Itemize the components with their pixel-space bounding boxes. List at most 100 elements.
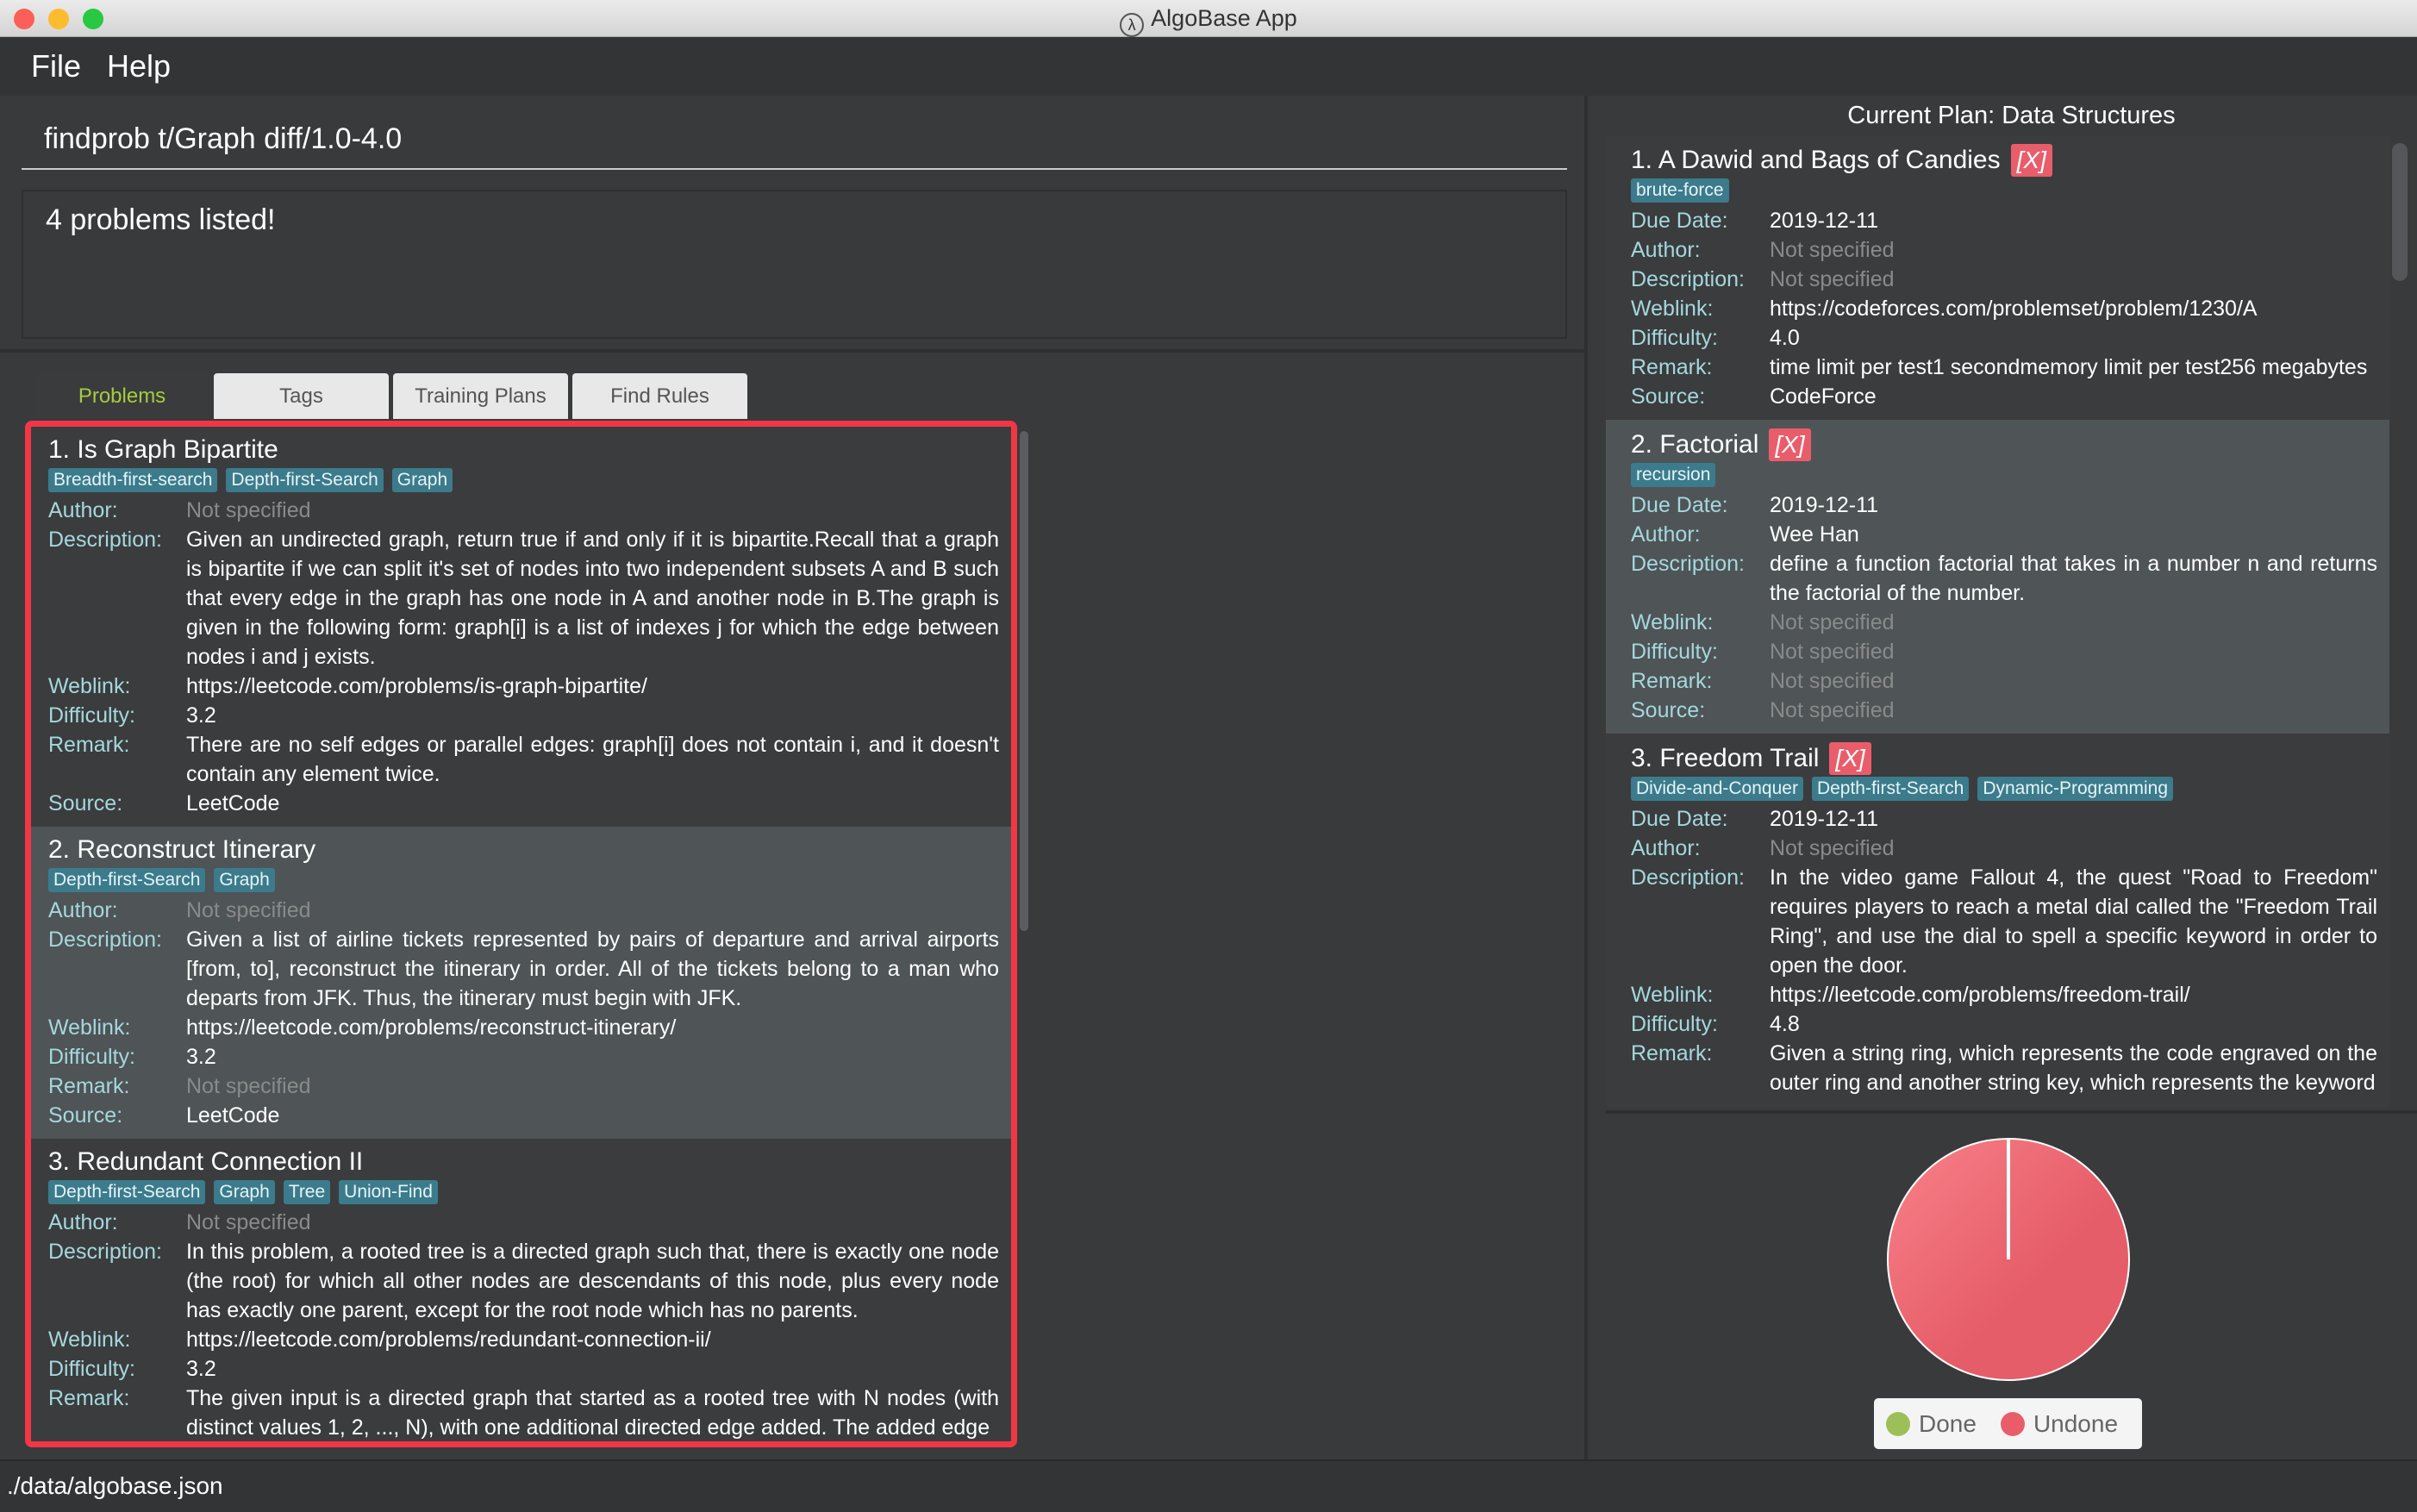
field-label: Difficulty: — [48, 1357, 135, 1381]
field-label: Difficulty: — [48, 1045, 135, 1069]
tag-badge: Breadth-first-search — [48, 468, 218, 492]
delete-task-button[interactable]: [X] — [1769, 428, 1811, 461]
field-value-source: CodeForce — [1770, 384, 1877, 409]
field-label: Source: — [48, 1103, 123, 1128]
item-title: 1. Is Graph Bipartite — [48, 434, 999, 466]
field-value-remark: There are no self edges or parallel edge… — [186, 733, 999, 786]
tab-training-plans[interactable]: Training Plans — [393, 373, 568, 419]
menu-file[interactable]: File — [31, 48, 81, 84]
tag-badge: Graph — [214, 1180, 275, 1204]
tag-list: recursion — [1631, 463, 2377, 487]
field-value-remark: Not specified — [1770, 669, 1895, 693]
field-difficulty: Difficulty: 3.2 — [48, 1042, 999, 1072]
field-source: Source: CodeForce — [1631, 382, 2377, 411]
field-value-weblink[interactable]: https://codeforces.com/problemset/proble… — [1770, 294, 2377, 323]
field-value-author: Not specified — [1770, 836, 1895, 860]
legend-undone: Undone — [2000, 1410, 2118, 1438]
field-label: Description: — [48, 528, 162, 552]
field-value-weblink[interactable]: https://leetcode.com/problems/freedom-tr… — [1770, 980, 2377, 1009]
tag-badge: Divide-and-Conquer — [1631, 777, 1803, 801]
field-difficulty: Difficulty: Not specified — [1631, 637, 2377, 666]
field-difficulty: Difficulty: 4.8 — [1631, 1009, 2377, 1039]
field-value-weblink[interactable]: https://leetcode.com/problems/is-graph-b… — [186, 672, 999, 701]
field-label: Remark: — [48, 1386, 130, 1410]
divider — [0, 349, 1584, 353]
field-difficulty: Difficulty: 4.0 — [1631, 323, 2377, 353]
field-value-remark: The given input is a directed graph that… — [186, 1386, 999, 1440]
field-author: Author: Not specified — [48, 496, 999, 525]
tag-badge: Depth-first-Search — [48, 868, 206, 892]
field-label: Weblink: — [1631, 610, 1714, 634]
window-title: AlgoBase App — [1151, 5, 1297, 31]
pie-legend: Done Undone — [1874, 1398, 2142, 1449]
minimize-window-button[interactable] — [48, 9, 69, 29]
field-value-weblink[interactable]: Not specified — [1770, 608, 2377, 637]
menu-help[interactable]: Help — [107, 48, 171, 84]
item-title: 3. Redundant Connection II — [48, 1146, 999, 1178]
field-description: Description: Given a list of airline tick… — [48, 925, 999, 1013]
tag-badge: Depth-first-Search — [1811, 777, 1970, 801]
tab-problems[interactable]: Problems — [34, 373, 209, 419]
tag-badge: Depth-first-Search — [48, 1180, 206, 1204]
field-value-weblink[interactable]: https://leetcode.com/problems/redundant-… — [186, 1325, 999, 1354]
pane-divider[interactable] — [1584, 96, 1588, 1459]
tab-find-rules[interactable]: Find Rules — [572, 373, 747, 419]
field-difficulty: Difficulty: 3.2 — [48, 701, 999, 730]
delete-task-button[interactable]: [X] — [2010, 144, 2052, 177]
field-label: Due Date: — [1631, 807, 1728, 831]
plan-list-scrollbar[interactable] — [2392, 143, 2408, 281]
field-value-remark: Not specified — [186, 1074, 311, 1098]
field-weblink: Weblink: Not specified — [1631, 608, 2377, 637]
field-author: Author: Not specified — [1631, 235, 2377, 265]
field-label: Weblink: — [1631, 297, 1714, 321]
tag-badge: Union-Find — [339, 1180, 438, 1204]
field-remark: Remark: time limit per test1 secondmemory… — [1631, 353, 2377, 382]
field-value-description: Given an undirected graph, return true i… — [186, 528, 999, 669]
tab-tags[interactable]: Tags — [214, 373, 389, 419]
field-label: Description: — [48, 1240, 162, 1264]
field-description: Description: Given an undirected graph, r… — [48, 525, 999, 672]
tag-badge: recursion — [1631, 463, 1716, 487]
plan-task-list: 1. A Dawid and Bags of Candies [X] brute-f… — [1606, 135, 2389, 1107]
field-label: Author: — [1631, 238, 1701, 262]
field-weblink: Weblink: https://leetcode.com/problems/re… — [48, 1325, 999, 1354]
field-value-author: Not specified — [186, 498, 311, 522]
field-label: Author: — [48, 898, 118, 922]
list-item[interactable]: 1. Is Graph Bipartite Breadth-first-searc… — [31, 427, 1011, 827]
field-difficulty: Difficulty: 3.2 — [48, 1354, 999, 1384]
tag-badge: Graph — [391, 468, 453, 492]
problem-list: 1. Is Graph Bipartite Breadth-first-searc… — [25, 421, 1017, 1447]
menu-bar: File Help — [0, 37, 2417, 96]
field-remark: Remark: Not specified — [1631, 666, 2377, 696]
field-source: Source: LeetCode — [48, 1101, 999, 1130]
field-label: Remark: — [1631, 1041, 1713, 1065]
close-window-button[interactable] — [14, 9, 34, 29]
list-item[interactable]: 2. Reconstruct Itinerary Depth-first-Sear… — [31, 827, 1011, 1139]
maximize-window-button[interactable] — [83, 9, 103, 29]
field-label: Description: — [1631, 865, 1745, 890]
field-due: Due Date: 2019-12-11 — [1631, 490, 2377, 520]
command-input[interactable]: findprob t/Graph diff/1.0-4.0 — [22, 108, 1567, 170]
list-item[interactable]: 3. Freedom Trail [X] Divide-and-Conquer Dep… — [1606, 734, 2389, 1106]
field-due: Due Date: 2019-12-11 — [1631, 206, 2377, 235]
field-value-due: 2019-12-11 — [1770, 493, 1879, 517]
field-remark: Remark: Given a string ring, which repres… — [1631, 1039, 2377, 1097]
app-logo-icon: λ — [1120, 13, 1145, 37]
tag-list: brute-force — [1631, 178, 2377, 203]
field-value-description: Given a list of airline tickets represen… — [186, 928, 999, 1010]
field-label: Remark: — [48, 1074, 130, 1098]
field-value-due: 2019-12-11 — [1770, 209, 1879, 233]
field-value-weblink[interactable]: https://leetcode.com/problems/reconstruc… — [186, 1013, 999, 1042]
field-value-difficulty: Not specified — [1770, 640, 1895, 664]
list-item[interactable]: 3. Redundant Connection II Depth-first-Se… — [31, 1139, 1011, 1441]
field-label: Weblink: — [48, 1015, 131, 1040]
field-remark: Remark: There are no self edges or parall… — [48, 730, 999, 789]
list-item[interactable]: 1. A Dawid and Bags of Candies [X] brute-f… — [1606, 135, 2389, 420]
problem-list-scrollbar[interactable] — [1020, 431, 1028, 931]
tab-bar: Problems Tags Training Plans Find Rules — [34, 373, 747, 419]
delete-task-button[interactable]: [X] — [1829, 742, 1871, 775]
field-weblink: Weblink: https://leetcode.com/problems/fr… — [1631, 980, 2377, 1009]
field-label: Remark: — [1631, 669, 1713, 693]
field-label: Weblink: — [48, 674, 131, 698]
list-item[interactable]: 2. Factorial [X] recursion Due Date: 2019-12… — [1606, 420, 2389, 734]
